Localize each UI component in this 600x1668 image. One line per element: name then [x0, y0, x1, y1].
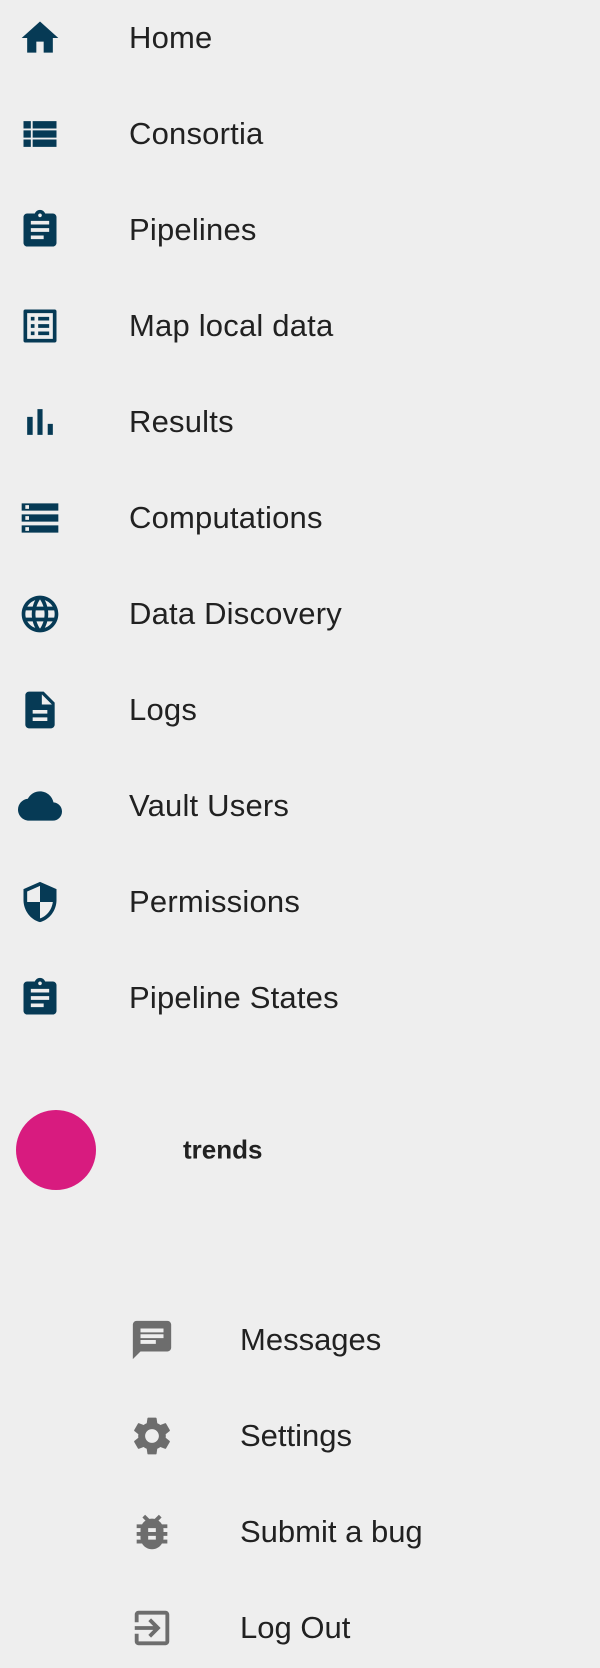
nav-item-permissions[interactable]: Permissions: [0, 854, 600, 950]
nav-item-label: Consortia: [129, 116, 264, 151]
user-profile[interactable]: trends: [0, 1105, 600, 1195]
navigation-drawer: Home Consortia Pipelines Map local data …: [0, 0, 600, 1668]
logout-icon: [129, 1605, 175, 1651]
menu-item-submit-bug[interactable]: Submit a bug: [0, 1484, 600, 1580]
list-alt-icon: [18, 304, 62, 348]
bar-chart-icon: [18, 400, 62, 444]
nav-item-label: Logs: [129, 692, 198, 727]
list-icon: [18, 112, 62, 156]
nav-item-label: Permissions: [129, 884, 301, 919]
menu-item-label: Submit a bug: [240, 1514, 423, 1549]
clipboard-icon: [18, 976, 62, 1020]
globe-icon: [18, 592, 62, 636]
avatar: [16, 1110, 96, 1190]
nav-item-map-local-data[interactable]: Map local data: [0, 278, 600, 374]
message-icon: [129, 1317, 175, 1363]
document-icon: [18, 688, 62, 732]
nav-item-logs[interactable]: Logs: [0, 662, 600, 758]
cloud-icon: [18, 784, 62, 828]
username: trends: [183, 1134, 263, 1165]
nav-item-pipeline-states[interactable]: Pipeline States: [0, 950, 600, 1046]
bug-icon: [129, 1509, 175, 1555]
nav-item-label: Data Discovery: [129, 596, 342, 631]
nav-item-results[interactable]: Results: [0, 374, 600, 470]
nav-item-label: Results: [129, 404, 234, 439]
nav-item-label: Map local data: [129, 308, 334, 343]
home-icon: [18, 16, 62, 60]
clipboard-icon: [18, 208, 62, 252]
nav-item-vault-users[interactable]: Vault Users: [0, 758, 600, 854]
nav-item-data-discovery[interactable]: Data Discovery: [0, 566, 600, 662]
nav-item-label: Pipelines: [129, 212, 257, 247]
nav-item-label: Home: [129, 20, 213, 55]
nav-item-consortia[interactable]: Consortia: [0, 86, 600, 182]
menu-item-log-out[interactable]: Log Out: [0, 1580, 600, 1668]
shield-icon: [18, 880, 62, 924]
storage-icon: [18, 496, 62, 540]
nav-item-pipelines[interactable]: Pipelines: [0, 182, 600, 278]
nav-item-home[interactable]: Home: [0, 0, 600, 86]
gear-icon: [129, 1413, 175, 1459]
nav-item-label: Vault Users: [129, 788, 290, 823]
nav-item-label: Computations: [129, 500, 323, 535]
menu-item-messages[interactable]: Messages: [0, 1292, 600, 1388]
menu-item-label: Messages: [240, 1322, 382, 1357]
nav-item-label: Pipeline States: [129, 980, 339, 1015]
nav-item-computations[interactable]: Computations: [0, 470, 600, 566]
menu-item-label: Log Out: [240, 1610, 351, 1645]
menu-item-settings[interactable]: Settings: [0, 1388, 600, 1484]
menu-item-label: Settings: [240, 1418, 353, 1453]
